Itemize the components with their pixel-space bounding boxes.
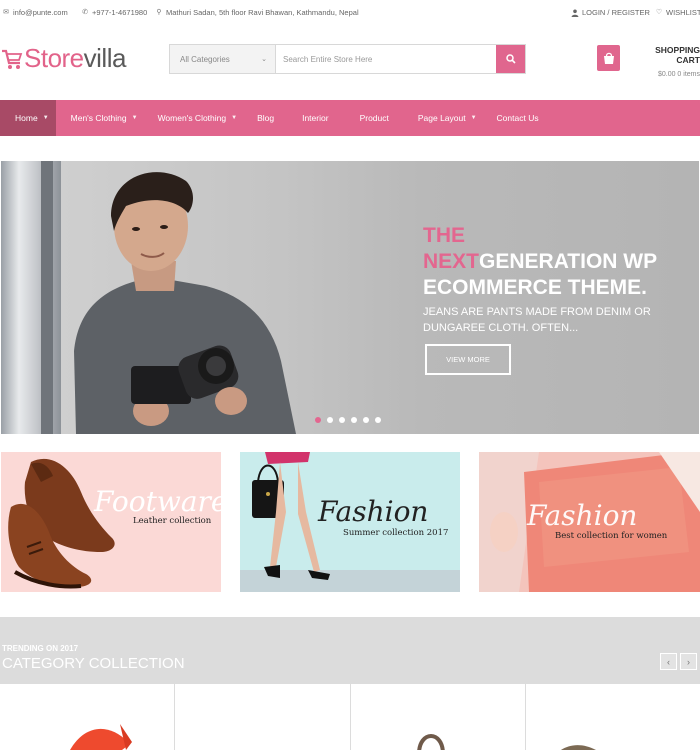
search-button[interactable] xyxy=(496,45,525,73)
nav-label: Product xyxy=(359,113,389,123)
heart-icon: ♡ xyxy=(655,8,663,16)
hero-title-ecommerce: ECOMMERCE THEME. xyxy=(423,276,648,299)
slider-dot[interactable] xyxy=(375,417,381,423)
category-collection-section: TRENDING ON 2017 CATEGORY COLLECTION ‹ › xyxy=(0,617,700,750)
window-frame xyxy=(41,161,53,434)
slider-dot[interactable] xyxy=(351,417,357,423)
man-with-camera-image xyxy=(74,172,296,434)
chevron-down-icon: ⌄ xyxy=(261,56,267,63)
view-more-button[interactable]: VIEW MORE xyxy=(425,344,511,375)
shoe-image xyxy=(560,745,596,750)
banner-script-text: Fashion xyxy=(527,499,638,532)
slider-dot[interactable] xyxy=(327,417,333,423)
search-bar: All Categories ⌄ xyxy=(169,44,526,74)
trending-kicker: TRENDING ON 2017 xyxy=(2,644,79,653)
email-text: info@punte.com xyxy=(13,8,68,17)
logo-part-store: Store xyxy=(24,42,84,73)
chevron-right-icon[interactable]: › xyxy=(680,653,697,670)
cart-summary: $0.00 0 items xyxy=(657,71,700,78)
nav-item-mens-clothing[interactable]: Men's Clothing ▼ xyxy=(56,100,138,136)
nav-label: Men's Clothing xyxy=(70,113,127,123)
nav-item-product[interactable]: Product xyxy=(329,100,389,136)
nav-label: Contact Us xyxy=(496,113,539,123)
wishlist-link[interactable]: ♡ WISHLIST xyxy=(655,8,700,17)
hero-title-generation: GENERATION WP xyxy=(479,250,658,273)
nav-label: Home xyxy=(15,113,38,123)
chevron-left-icon[interactable]: ‹ xyxy=(660,653,677,670)
caret-down-icon: ▼ xyxy=(131,115,138,121)
user-icon xyxy=(571,9,579,17)
main-navigation: Home ▼ Men's Clothing ▼ Women's Clothing ▼ … xyxy=(0,100,700,136)
banner-footware[interactable]: Footware Leather collection xyxy=(1,452,221,592)
category-select[interactable]: All Categories ⌄ xyxy=(170,45,276,73)
cart-info: SHOPPING CART $0.00 0 items xyxy=(631,45,700,78)
hero-title: THE NEXTGENERATION WP ECOMMERCE THEME. xyxy=(423,224,657,302)
nav-item-interior[interactable]: Interior xyxy=(274,100,328,136)
shopping-cart[interactable]: SHOPPING CART $0.00 0 items xyxy=(597,45,700,78)
category-card[interactable] xyxy=(350,684,525,750)
nav-label: Women's Clothing xyxy=(157,113,227,123)
nav-label: Interior xyxy=(302,113,329,123)
leather-shoes-image xyxy=(8,458,115,589)
category-card[interactable] xyxy=(525,684,700,750)
cart-logo-icon xyxy=(2,49,23,69)
banner-subtitle: Leather collection xyxy=(133,516,212,526)
handbag-image xyxy=(416,734,445,750)
phone-text: +977-1-4671980 xyxy=(92,8,148,17)
nav-item-blog[interactable]: Blog xyxy=(237,100,274,136)
slider-dots xyxy=(315,417,381,423)
nav-item-home[interactable]: Home ▼ xyxy=(0,100,56,136)
banner-subtitle: Best collection for women xyxy=(555,531,668,541)
banner-subtitle: Summer collection 2017 xyxy=(343,528,449,538)
search-icon xyxy=(505,54,516,64)
slider-dot[interactable] xyxy=(339,417,345,423)
address-info: ⚲ Mathuri Sadan, 5th floor Ravi Bhawan, … xyxy=(155,8,359,17)
hero-title-next: NEXT xyxy=(423,250,480,273)
phone-contact[interactable]: ✆ +977-1-4671980 xyxy=(81,8,147,17)
caret-down-icon: ▼ xyxy=(42,115,49,121)
phone-icon: ✆ xyxy=(82,8,88,16)
category-card[interactable] xyxy=(175,684,350,750)
login-text: LOGIN / REGISTER xyxy=(582,8,650,17)
nav-item-womens-clothing[interactable]: Women's Clothing ▼ xyxy=(138,100,238,136)
category-card[interactable] xyxy=(0,684,175,750)
caret-down-icon: ▼ xyxy=(231,115,238,121)
banner-script-text: Fashion xyxy=(318,495,429,528)
login-register-link[interactable]: LOGIN / REGISTER xyxy=(571,8,650,17)
category-title: CATEGORY COLLECTION xyxy=(2,655,185,672)
orange-heel-image xyxy=(70,724,132,750)
slider-dot[interactable] xyxy=(315,417,321,423)
hero-slider[interactable]: THE NEXTGENERATION WP ECOMMERCE THEME. J… xyxy=(1,161,699,434)
nav-item-page-layout[interactable]: Page Layout ▼ xyxy=(389,100,477,136)
wishlist-text: WISHLIST xyxy=(666,8,700,17)
store-logo[interactable]: Storevilla xyxy=(0,40,126,76)
caret-down-icon: ▼ xyxy=(470,115,477,121)
banner-fashion-summer[interactable]: Fashion Summer collection 2017 xyxy=(240,452,460,592)
logo-part-villa: villa xyxy=(83,42,127,73)
slider-dot[interactable] xyxy=(363,417,369,423)
search-input[interactable] xyxy=(276,45,496,73)
hero-description: JEANS ARE PANTS MADE FROM DENIM OR DUNGA… xyxy=(423,306,651,334)
cart-title: SHOPPING CART xyxy=(655,45,700,65)
address-text: Mathuri Sadan, 5th floor Ravi Bhawan, Ka… xyxy=(166,8,359,17)
nav-label: Blog xyxy=(257,113,275,123)
banner-script-text: Footware xyxy=(94,485,221,518)
map-marker-icon: ⚲ xyxy=(156,8,162,16)
envelope-icon: ✉ xyxy=(3,8,9,16)
top-bar: ✉ info@punte.com ✆ +977-1-4671980 ⚲ Math… xyxy=(0,0,700,24)
hero-title-the: THE xyxy=(423,224,465,247)
nav-label: Page Layout xyxy=(417,113,466,123)
category-cards xyxy=(0,684,700,750)
banner-fashion-women[interactable]: Fashion Best collection for women xyxy=(479,452,700,592)
logo-text: Storevilla xyxy=(24,43,126,74)
nav-item-contact-us[interactable]: Contact Us xyxy=(477,100,539,136)
email-contact[interactable]: ✉ info@punte.com xyxy=(2,8,68,17)
shopping-bag-icon xyxy=(597,45,621,71)
carousel-arrows: ‹ › xyxy=(660,653,697,670)
category-select-value: All Categories xyxy=(180,54,230,64)
